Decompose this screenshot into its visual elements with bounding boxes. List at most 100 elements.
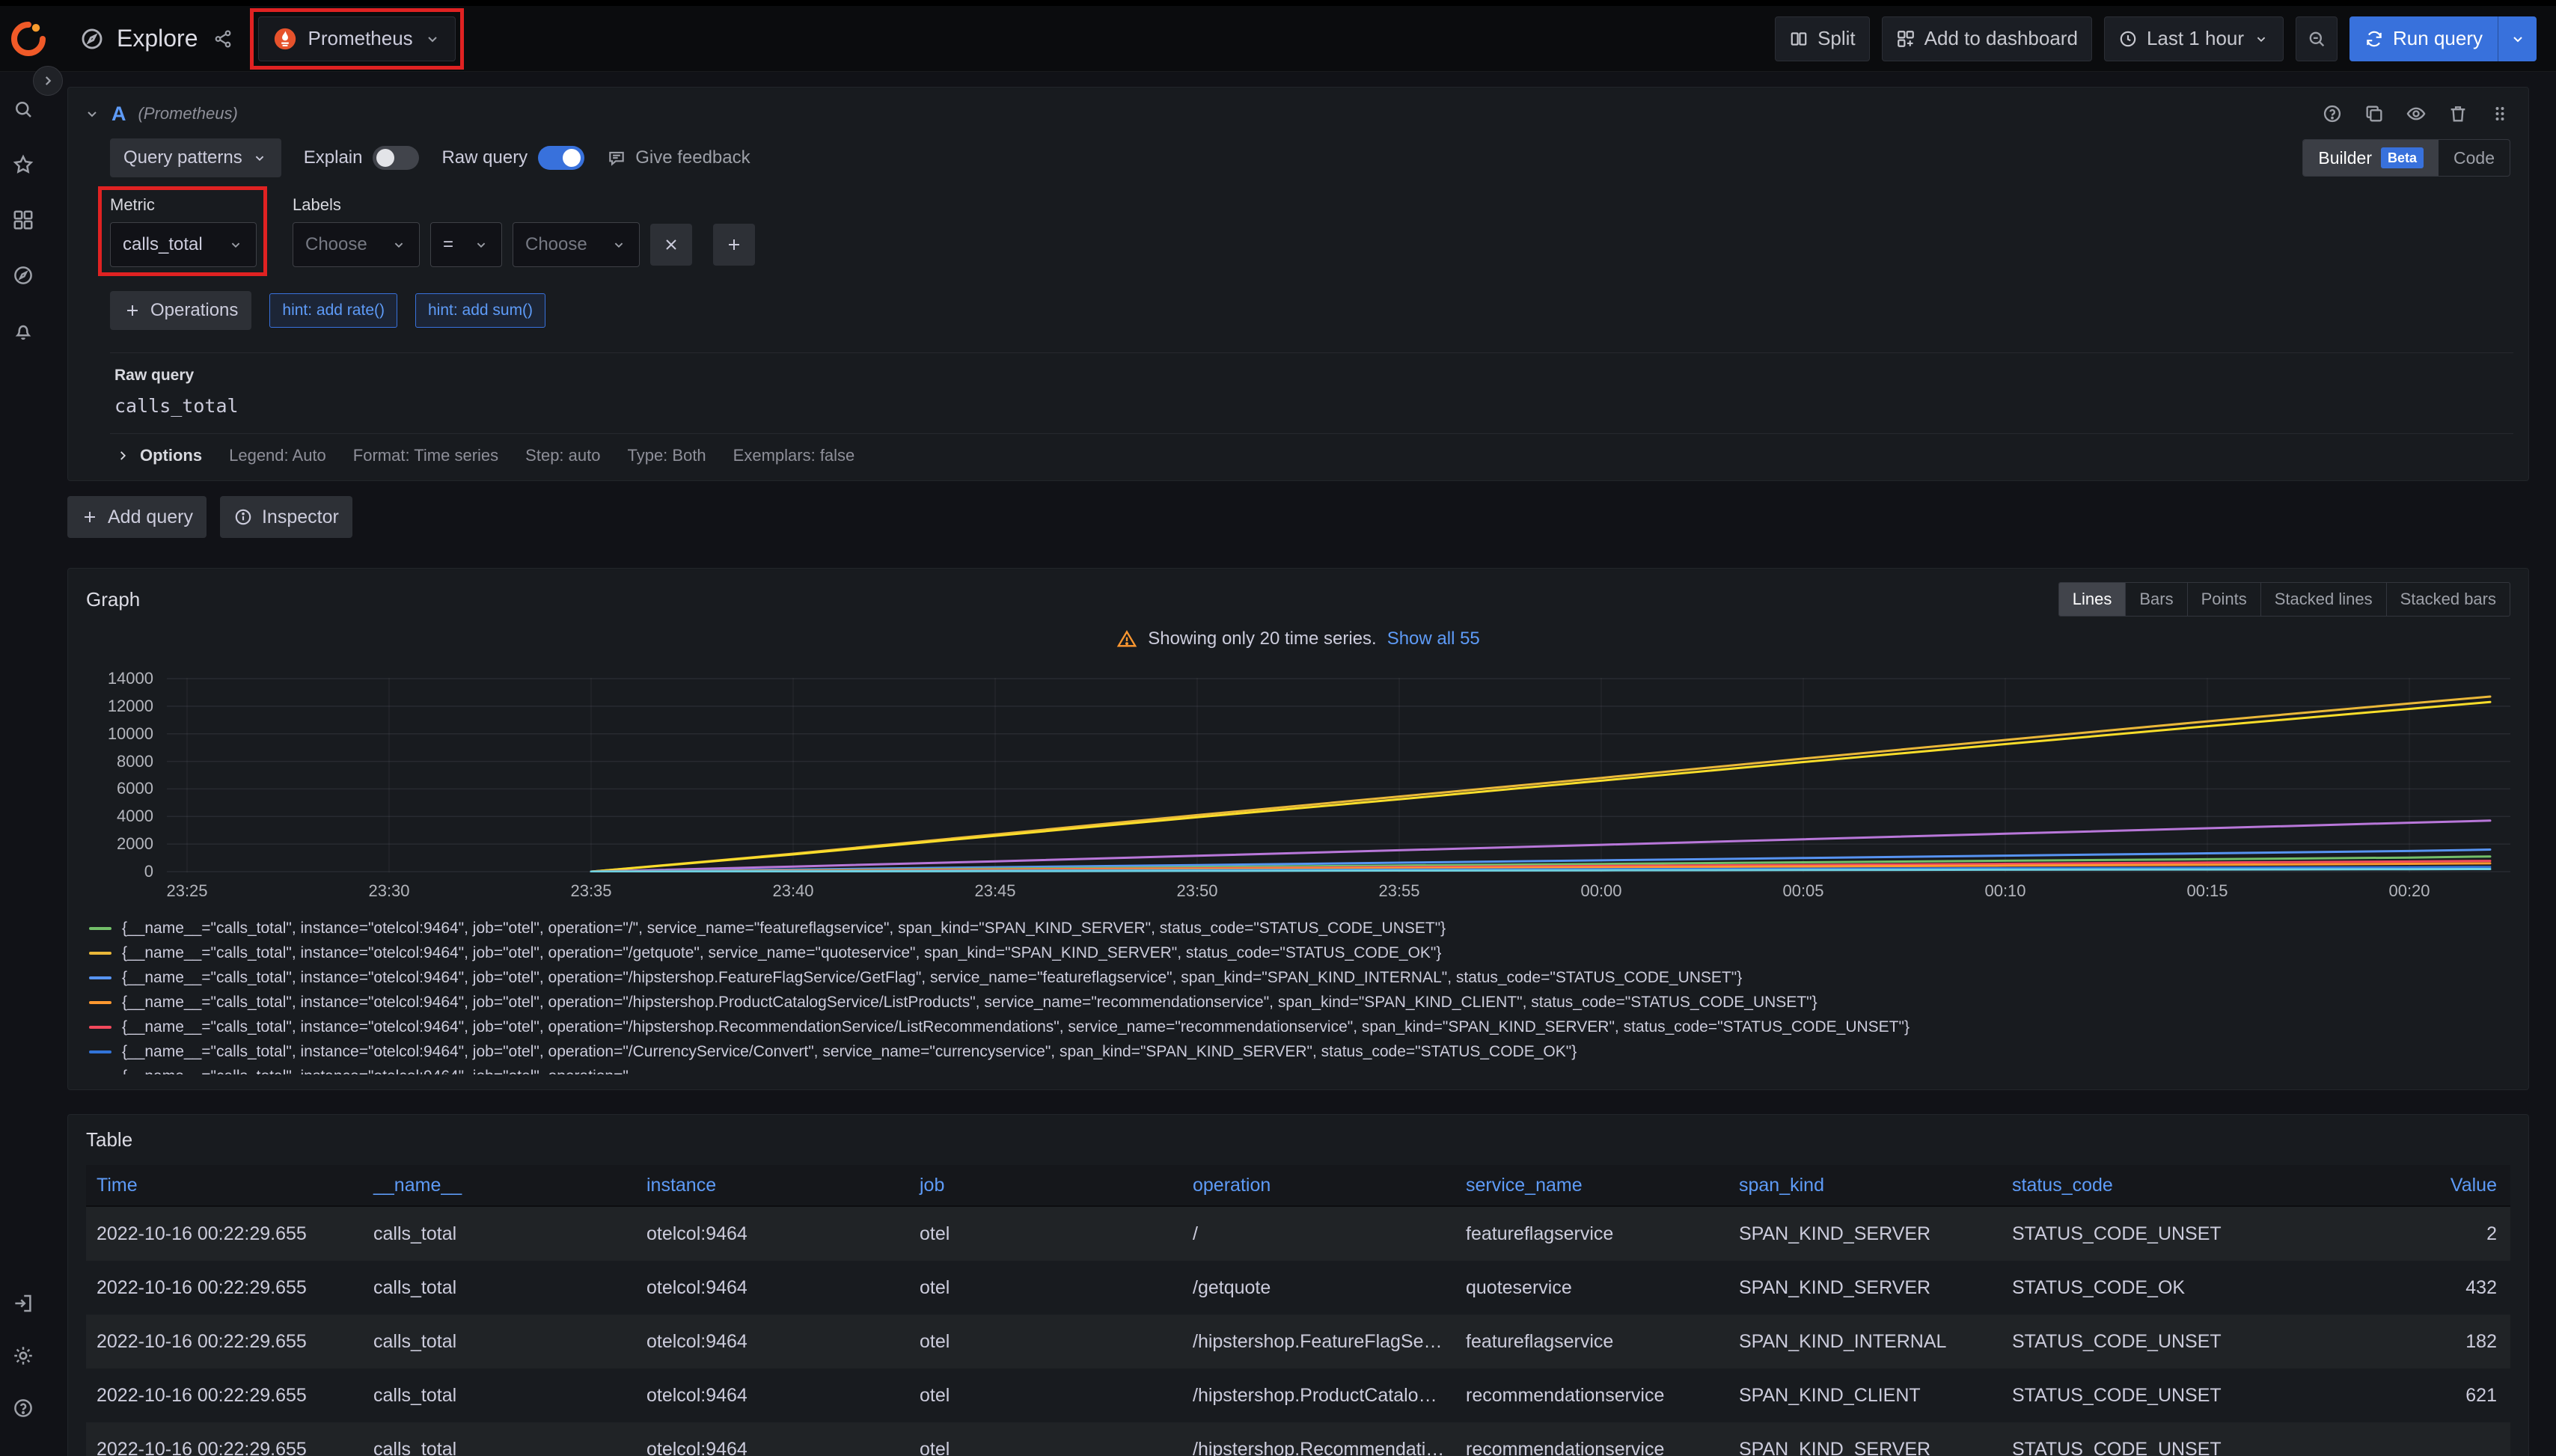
column-header-service-name[interactable]: service_name	[1455, 1175, 1728, 1196]
duplicate-query-icon[interactable]	[2364, 103, 2385, 124]
plus-icon	[123, 302, 141, 319]
query-help-icon[interactable]	[2322, 103, 2343, 124]
sidebar-expand-button[interactable]	[33, 66, 63, 96]
remove-label-button[interactable]	[650, 224, 692, 266]
add-label-button[interactable]	[713, 224, 755, 266]
query-ref-id[interactable]: A	[111, 103, 126, 126]
legend-item[interactable]: {__name__="calls_total", instance="otelc…	[89, 1015, 2510, 1039]
label-operator-select[interactable]: =	[430, 222, 502, 267]
sidebar-item-sign-in[interactable]	[8, 1288, 38, 1318]
sidebar-item-starred[interactable]	[8, 150, 38, 180]
datasource-picker[interactable]: Prometheus	[258, 16, 456, 61]
hide-query-icon[interactable]	[2406, 103, 2427, 124]
table-cell: 2022-10-16 00:22:29.655	[86, 1277, 363, 1299]
table-cell: otel	[909, 1223, 1182, 1245]
comment-icon	[607, 148, 626, 168]
star-icon	[12, 153, 34, 176]
label-value-select[interactable]: Choose	[513, 222, 640, 267]
options-expander[interactable]: Options	[114, 446, 202, 465]
options-summary: Legend: AutoFormat: Time seriesStep: aut…	[229, 446, 854, 465]
table-cell: SPAN_KIND_INTERNAL	[1728, 1331, 2002, 1353]
legend-swatch	[89, 952, 111, 955]
raw-query-toggle[interactable]	[538, 146, 584, 170]
legend-label: {__name__="calls_total", instance="otelc…	[122, 1068, 629, 1075]
legend-label: {__name__="calls_total", instance="otelc…	[122, 1018, 1910, 1036]
add-to-dashboard-button[interactable]: Add to dashboard	[1882, 16, 2092, 61]
labels-controls: Choose = Choose	[293, 222, 755, 267]
graph-mode-lines[interactable]: Lines	[2059, 583, 2126, 616]
column-header-operation[interactable]: operation	[1182, 1175, 1455, 1196]
table-cell: 621	[2275, 1385, 2510, 1407]
legend-swatch	[89, 976, 111, 979]
give-feedback-link[interactable]: Give feedback	[607, 147, 750, 168]
graph-mode-points[interactable]: Points	[2187, 583, 2260, 616]
label-key-select[interactable]: Choose	[293, 222, 420, 267]
sidebar-item-dashboards[interactable]	[8, 205, 38, 235]
graph-mode-stacked-lines[interactable]: Stacked lines	[2260, 583, 2386, 616]
legend-item[interactable]: {__name__="calls_total", instance="otelc…	[89, 990, 2510, 1015]
drag-handle-icon[interactable]	[2489, 103, 2510, 124]
add-operation-button[interactable]: Operations	[110, 291, 251, 330]
sidebar-item-explore[interactable]	[8, 260, 38, 290]
chevron-down-icon	[251, 150, 268, 166]
run-query-dropdown-button[interactable]	[2498, 16, 2537, 61]
collapse-query-icon[interactable]	[83, 105, 101, 123]
sidebar-item-help[interactable]	[8, 1393, 38, 1423]
remove-query-icon[interactable]	[2448, 103, 2468, 124]
grafana-logo[interactable]	[10, 21, 46, 57]
legend-label: {__name__="calls_total", instance="otelc…	[122, 920, 1446, 937]
table-cell: 2022-10-16 00:22:29.655	[86, 1223, 363, 1245]
table-row: 2022-10-16 00:22:29.655calls_totalotelco…	[86, 1368, 2510, 1422]
inspector-button[interactable]: Inspector	[220, 496, 352, 538]
share-icon[interactable]	[213, 29, 233, 49]
builder-mode-button[interactable]: Builder Beta	[2303, 140, 2439, 176]
option-summary-item: Type: Both	[627, 446, 706, 465]
query-patterns-button[interactable]: Query patterns	[110, 138, 281, 177]
explore-actions-row: Add query Inspector	[67, 496, 2529, 538]
x-axis-tick: 23:50	[1176, 881, 1217, 901]
raw-query-preview-value: calls_total	[114, 395, 2509, 417]
graph-mode-bars[interactable]: Bars	[2125, 583, 2186, 616]
hint-add-rate-button[interactable]: hint: add rate()	[269, 293, 397, 328]
table-header-row: Time__name__instancejoboperationservice_…	[86, 1165, 2510, 1207]
hint-add-sum-button[interactable]: hint: add sum()	[415, 293, 545, 328]
close-icon	[662, 236, 680, 254]
column-header-instance[interactable]: instance	[636, 1175, 909, 1196]
code-mode-button[interactable]: Code	[2439, 140, 2510, 176]
sidebar-item-configuration[interactable]	[8, 1341, 38, 1371]
column-header-value[interactable]: Value	[2275, 1175, 2510, 1196]
x-axis-tick: 23:40	[772, 881, 813, 901]
column-header-status-code[interactable]: status_code	[2002, 1175, 2275, 1196]
split-button[interactable]: Split	[1775, 16, 1870, 61]
query-editor-body: Query patterns Explain Raw query Give fe…	[83, 138, 2513, 479]
chart-plot-area[interactable]	[167, 678, 2510, 872]
table-cell: otelcol:9464	[636, 1331, 909, 1353]
legend-item[interactable]: {__name__="calls_total", instance="otelc…	[89, 1039, 2510, 1064]
column-header-name[interactable]: __name__	[363, 1175, 636, 1196]
table-cell: otelcol:9464	[636, 1385, 909, 1407]
run-query-button[interactable]: Run query	[2349, 16, 2498, 61]
legend-item[interactable]: {__name__="calls_total", instance="otelc…	[89, 965, 2510, 990]
chevron-down-icon	[611, 236, 627, 253]
legend-item[interactable]: {__name__="calls_total", instance="otelc…	[89, 916, 2510, 940]
sidebar-item-search[interactable]	[8, 94, 38, 124]
sidebar-item-alerting[interactable]	[8, 316, 38, 346]
metric-select[interactable]: calls_total	[110, 222, 257, 267]
builder-fields-row: Metric calls_total Labels Choose	[110, 195, 2513, 267]
time-range-picker[interactable]: Last 1 hour	[2104, 16, 2284, 61]
graph-panel: Graph LinesBarsPointsStacked linesStacke…	[67, 568, 2529, 1090]
help-icon	[12, 1397, 34, 1419]
column-header-job[interactable]: job	[909, 1175, 1182, 1196]
table-cell: otelcol:9464	[636, 1223, 909, 1245]
column-header-span-kind[interactable]: span_kind	[1728, 1175, 2002, 1196]
add-query-button[interactable]: Add query	[67, 496, 207, 538]
x-axis-tick: 00:10	[1984, 881, 2025, 901]
legend-item[interactable]: {__name__="calls_total", instance="otelc…	[89, 940, 2510, 965]
zoom-out-time-button[interactable]	[2296, 16, 2338, 61]
query-toolbar: Query patterns Explain Raw query Give fe…	[110, 138, 2513, 177]
table-cell: STATUS_CODE_UNSET	[2002, 1223, 2275, 1245]
graph-mode-stacked-bars[interactable]: Stacked bars	[2386, 583, 2510, 616]
show-all-series-link[interactable]: Show all 55	[1387, 628, 1480, 649]
explain-toggle[interactable]	[373, 146, 419, 170]
column-header-time[interactable]: Time	[86, 1175, 363, 1196]
